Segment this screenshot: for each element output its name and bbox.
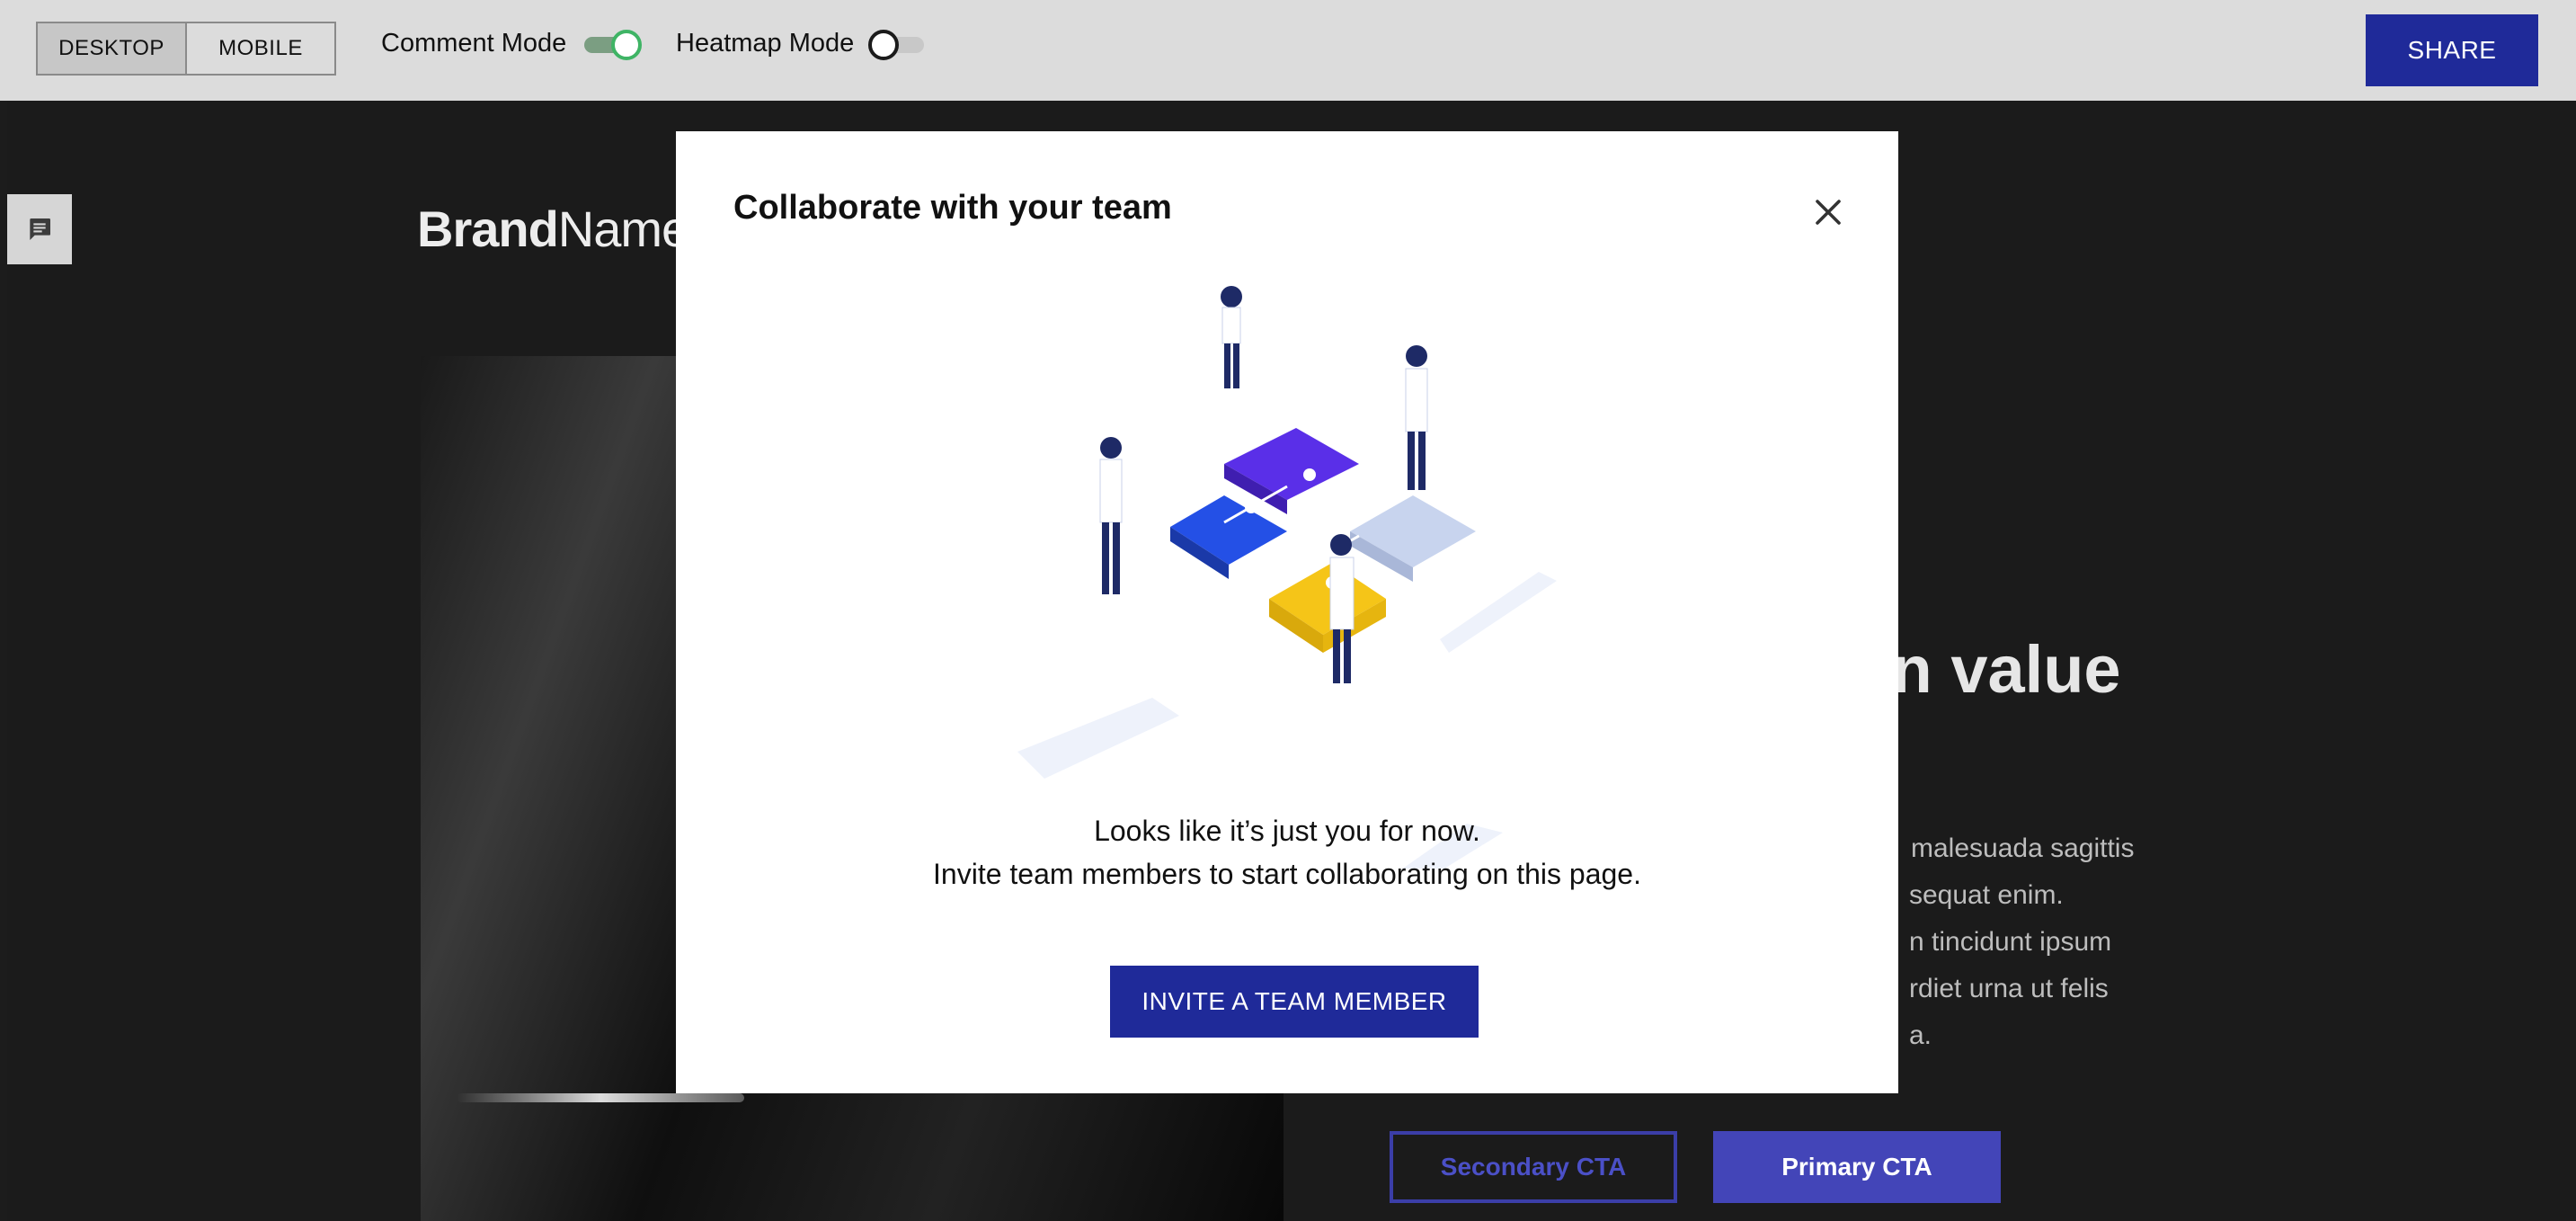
heatmap-mode-control: Heatmap Mode	[676, 29, 928, 60]
tab-mobile[interactable]: MOBILE	[187, 23, 334, 74]
modal-message: Looks like it’s just you for now. Invite…	[676, 809, 1898, 896]
comment-icon	[30, 218, 50, 240]
view-switcher: DESKTOP MOBILE	[36, 22, 336, 76]
share-button[interactable]: SHARE	[2366, 14, 2538, 86]
collaborate-modal: Collaborate with your team Looks like it…	[676, 131, 1898, 1093]
comment-panel-toggle[interactable]	[7, 194, 72, 264]
heatmap-mode-toggle[interactable]	[868, 29, 928, 60]
top-toolbar: DESKTOP MOBILE Comment Mode Heatmap Mode…	[0, 0, 2576, 101]
primary-cta-button[interactable]: Primary CTA	[1713, 1131, 2001, 1203]
close-icon	[1816, 200, 1841, 225]
comment-mode-toggle[interactable]	[582, 29, 643, 60]
brand-bold: Brand	[417, 201, 559, 257]
paragraph-line: rdiet urna ut felis	[1909, 974, 2109, 1003]
brand-light: Name	[557, 201, 689, 257]
paragraph-line: a.	[1909, 1020, 1932, 1050]
comment-mode-label: Comment Mode	[381, 29, 567, 58]
heatmap-mode-label: Heatmap Mode	[676, 29, 855, 58]
tab-desktop[interactable]: DESKTOP	[38, 23, 187, 74]
paragraph-line: malesuada sagittis	[1911, 833, 2135, 863]
paragraph-line: sequat enim.	[1909, 880, 2064, 910]
comment-mode-control: Comment Mode	[381, 29, 643, 60]
toggle-knob	[868, 29, 900, 60]
hero-image-highlight	[457, 1093, 744, 1102]
modal-message-line1: Looks like it’s just you for now.	[1094, 815, 1480, 847]
secondary-cta-button[interactable]: Secondary CTA	[1390, 1131, 1677, 1203]
toggle-knob	[611, 29, 643, 60]
invite-team-member-button[interactable]: INVITE A TEAM MEMBER	[1110, 966, 1479, 1038]
paragraph-line: n tincidunt ipsum	[1909, 927, 2112, 957]
team-puzzle-illustration	[1017, 286, 1557, 869]
hero-headline: in value	[1873, 632, 2121, 707]
close-button[interactable]	[1803, 187, 1853, 237]
modal-message-line2: Invite team members to start collaborati…	[933, 858, 1641, 890]
hero-paragraph: malesuada sagittis sequat enim. n tincid…	[1859, 825, 2134, 1059]
modal-title: Collaborate with your team	[733, 189, 1172, 227]
brand-logo: BrandName	[417, 200, 689, 258]
